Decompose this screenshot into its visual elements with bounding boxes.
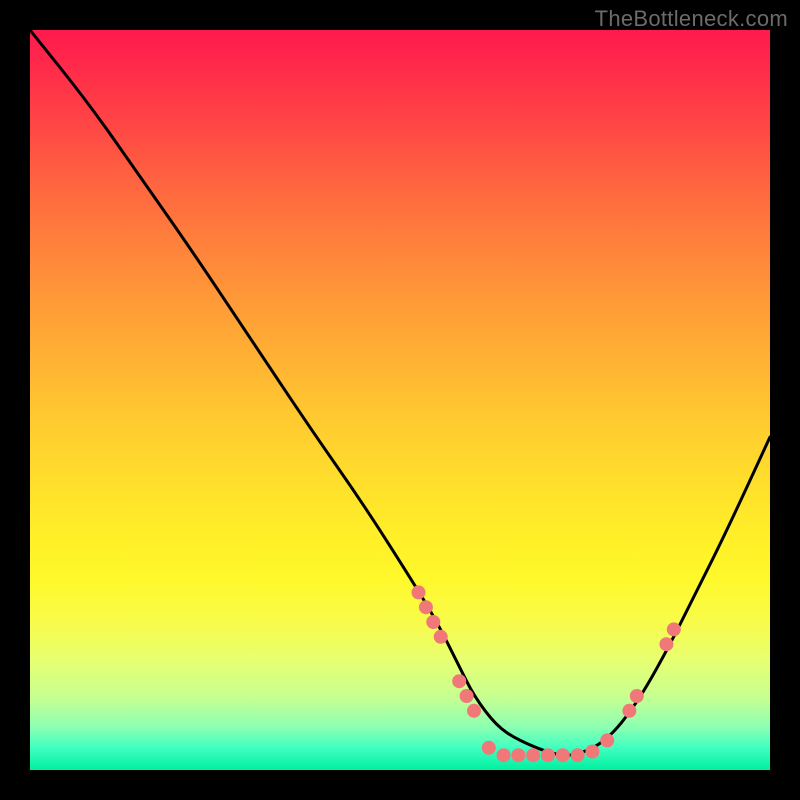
chart-container: TheBottleneck.com [0,0,800,800]
chart-marker [426,615,440,629]
chart-marker [482,741,496,755]
chart-marker [467,704,481,718]
chart-marker [419,600,433,614]
chart-markers [412,585,681,762]
chart-marker [659,637,673,651]
chart-marker [497,748,511,762]
chart-marker [556,748,570,762]
chart-marker [460,689,474,703]
chart-curve [30,30,770,755]
chart-svg [30,30,770,770]
chart-marker [600,733,614,747]
chart-marker [412,585,426,599]
chart-marker [511,748,525,762]
chart-marker [571,748,585,762]
chart-marker [622,704,636,718]
chart-marker [541,748,555,762]
chart-plot-area [30,30,770,770]
chart-marker [585,745,599,759]
watermark-text: TheBottleneck.com [595,6,788,32]
chart-marker [526,748,540,762]
chart-marker [434,630,448,644]
chart-marker [667,622,681,636]
chart-marker [452,674,466,688]
chart-marker [630,689,644,703]
